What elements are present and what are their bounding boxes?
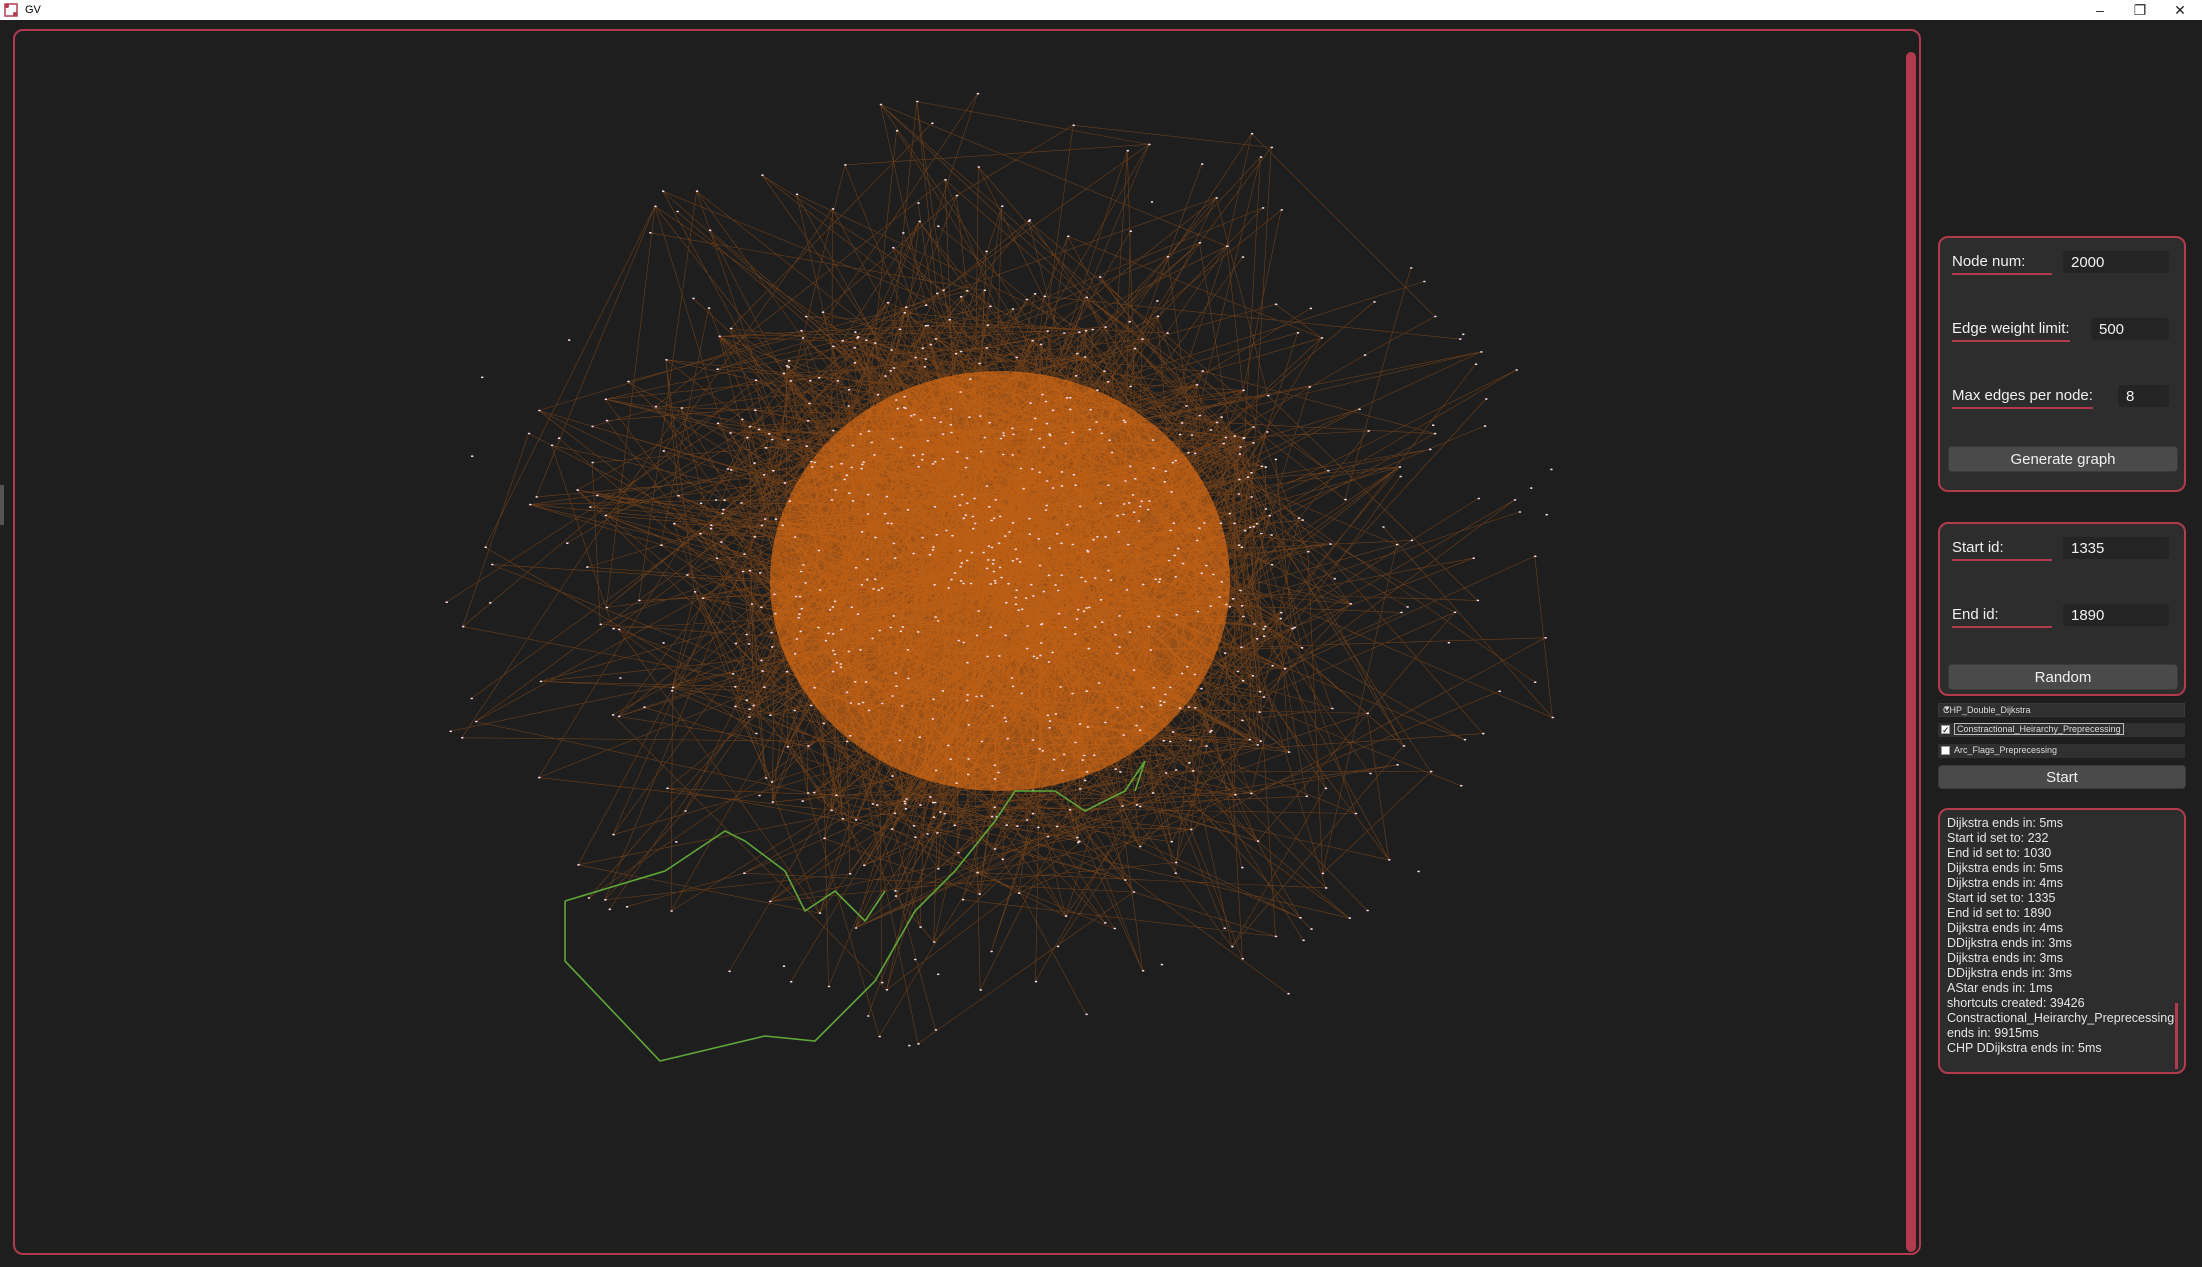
ch-preprocessing-label: Constractional_Heirarchy_Preprecessing xyxy=(1954,723,2124,735)
start-id-label: Start id: xyxy=(1952,539,2052,561)
node-num-label: Node num: xyxy=(1952,253,2052,275)
log-line: Dijkstra ends in: 4ms xyxy=(1947,876,2064,890)
algorithm-select[interactable]: CHP_Double_Dijkstra ▼ xyxy=(1938,703,2185,717)
graph-dense-core xyxy=(770,371,1230,791)
log-lines: Dijkstra ends in: 5ms Start id set to: 2… xyxy=(1947,816,2174,1056)
arc-flags-label: Arc_Flags_Preprecessing xyxy=(1954,745,2058,755)
log-line: Start id set to: 1335 xyxy=(1947,891,2056,905)
end-id-input[interactable] xyxy=(2063,604,2169,626)
restore-icon[interactable]: ❐ xyxy=(2120,0,2160,20)
canvas-vertical-scrollbar[interactable] xyxy=(1906,52,1916,1252)
max-edges-per-node-input[interactable] xyxy=(2118,385,2169,407)
generate-graph-button[interactable]: Generate graph xyxy=(1948,446,2178,472)
minimize-icon[interactable]: – xyxy=(2080,0,2120,20)
log-line: DDijkstra ends in: 3ms xyxy=(1947,936,2073,950)
start-button[interactable]: Start xyxy=(1938,765,2186,789)
log-line: Constractional_Heirarchy_Preprecessing xyxy=(1947,1011,2175,1025)
edge-weight-limit-label: Edge weight limit: xyxy=(1952,320,2070,342)
log-line: End id set to: 1890 xyxy=(1947,906,2052,920)
left-edge-handle xyxy=(0,485,4,525)
log-line: shortcuts created: 39426 xyxy=(1947,996,2085,1010)
window-title: GV xyxy=(25,4,41,16)
end-id-label: End id: xyxy=(1952,606,2052,628)
shortest-path-branch xyxy=(564,830,886,923)
window-titlebar: GV – ❐ ✕ xyxy=(0,0,2202,20)
node-num-input[interactable] xyxy=(2063,251,2169,273)
log-scrollbar[interactable] xyxy=(2175,1003,2178,1069)
log-line: DDijkstra ends in: 3ms xyxy=(1947,966,2073,980)
max-edges-per-node-label: Max edges per node: xyxy=(1952,387,2093,409)
close-icon[interactable]: ✕ xyxy=(2160,0,2200,20)
random-button[interactable]: Random xyxy=(1948,664,2178,690)
arc-flags-option[interactable]: Arc_Flags_Preprecessing xyxy=(1938,744,2185,758)
log-line: End id set to: 1030 xyxy=(1947,846,2052,860)
graph-canvas[interactable] xyxy=(13,29,1921,1255)
route-group: Start id: End id: Random xyxy=(1938,522,2186,696)
log-line: Start id set to: 232 xyxy=(1947,831,2049,845)
chevron-down-icon: ▼ xyxy=(1943,704,1951,713)
log-output[interactable]: Dijkstra ends in: 5ms Start id set to: 2… xyxy=(1938,808,2186,1074)
arc-flags-checkbox[interactable] xyxy=(1941,746,1950,755)
ch-preprocessing-checkbox[interactable]: ✓ xyxy=(1941,725,1950,735)
log-line: Dijkstra ends in: 5ms xyxy=(1947,816,2064,830)
graph-generator-group: Node num: Edge weight limit: Max edges p… xyxy=(1938,236,2186,492)
graph-edges xyxy=(446,93,1553,1045)
ch-preprocessing-option[interactable]: ✓ Constractional_Heirarchy_Preprecessing xyxy=(1938,723,2185,737)
log-line: AStar ends in: 1ms xyxy=(1947,981,2053,995)
log-line: Dijkstra ends in: 5ms xyxy=(1947,861,2064,875)
log-line: CHP DDijkstra ends in: 5ms xyxy=(1947,1041,2102,1055)
edge-weight-limit-input[interactable] xyxy=(2091,318,2169,340)
start-id-input[interactable] xyxy=(2063,537,2169,559)
log-line: ends in: 9915ms xyxy=(1947,1026,2039,1040)
log-line: Dijkstra ends in: 3ms xyxy=(1947,951,2064,965)
graph-visualization xyxy=(445,92,1555,1062)
app-icon xyxy=(4,3,18,17)
log-line: Dijkstra ends in: 4ms xyxy=(1947,921,2064,935)
